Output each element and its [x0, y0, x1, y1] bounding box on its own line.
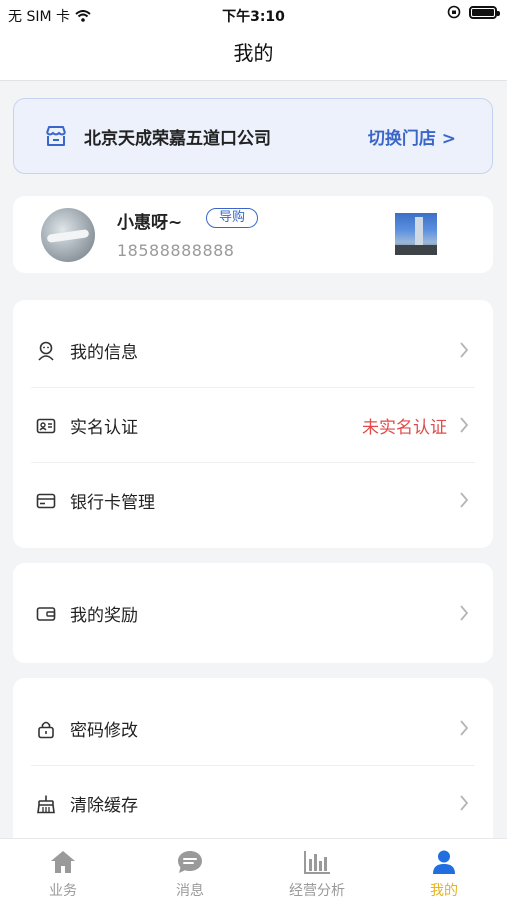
tab-label: 我的	[430, 883, 458, 899]
id-card-icon	[36, 418, 56, 434]
tab-business[interactable]: 业务	[0, 839, 126, 901]
status-right	[447, 5, 500, 19]
menu-label: 我的信息	[70, 343, 138, 363]
user-name: 小惠呀~	[117, 213, 183, 233]
store-card[interactable]: 北京天成荣嘉五道口公司 切换门店 >	[13, 98, 493, 174]
menu-item-clear-cache[interactable]: 清除缓存	[13, 766, 493, 841]
nav-bar: 我的	[0, 30, 507, 81]
person-icon	[433, 850, 455, 874]
orientation-lock-icon	[447, 5, 461, 19]
tab-label: 经营分析	[289, 883, 345, 899]
chevron-right-icon	[460, 720, 469, 736]
menu-item-my-info[interactable]: 我的信息	[13, 313, 493, 388]
auth-status-text: 未实名认证	[362, 418, 447, 438]
menu-label: 实名认证	[70, 418, 138, 438]
broom-icon	[37, 795, 55, 814]
lock-icon	[38, 721, 54, 739]
role-badge: 导购	[206, 208, 259, 228]
menu-group-rewards: 我的奖励	[13, 563, 493, 663]
tab-mine[interactable]: 我的	[381, 839, 507, 901]
battery-icon	[469, 5, 500, 19]
menu-label: 密码修改	[70, 721, 138, 741]
tab-label: 消息	[176, 883, 204, 899]
profile-card: 小惠呀~ 导购 18588888888	[13, 196, 493, 273]
chevron-right-icon	[460, 417, 469, 433]
message-icon	[178, 851, 202, 873]
menu-label: 清除缓存	[70, 796, 138, 816]
menu-label: 我的奖励	[70, 606, 138, 626]
user-icon	[38, 341, 54, 361]
bar-chart-icon	[304, 851, 330, 874]
tab-analytics[interactable]: 经营分析	[254, 839, 380, 901]
avatar[interactable]	[41, 208, 95, 262]
menu-item-real-name-auth[interactable]: 实名认证 未实名认证	[13, 388, 493, 463]
menu-group-account: 我的信息 实名认证 未实名认证 银行卡管理	[13, 300, 493, 548]
menu-item-bank-card[interactable]: 银行卡管理	[13, 463, 493, 538]
page-title: 我的	[233, 41, 274, 65]
switch-store-link[interactable]: 切换门店 >	[368, 124, 456, 149]
status-bar: 无 SIM 卡 下午3:10	[0, 0, 507, 30]
profile-thumbnail-image[interactable]	[395, 213, 437, 255]
menu-group-settings: 密码修改 清除缓存	[13, 678, 493, 848]
tab-label: 业务	[49, 883, 77, 899]
tab-bar: 业务 消息 经营分析 我的	[0, 838, 507, 901]
status-time: 下午3:10	[222, 9, 285, 25]
chevron-right-icon	[460, 492, 469, 508]
wallet-icon	[36, 607, 56, 621]
menu-label: 银行卡管理	[70, 493, 155, 513]
chevron-right-icon	[460, 795, 469, 811]
menu-item-my-rewards[interactable]: 我的奖励	[13, 576, 493, 651]
chevron-right-icon	[460, 342, 469, 358]
menu-item-change-password[interactable]: 密码修改	[13, 691, 493, 766]
chevron-right-icon	[460, 605, 469, 621]
store-name: 北京天成荣嘉五道口公司	[84, 129, 271, 149]
home-icon	[51, 851, 75, 873]
bank-card-icon	[36, 493, 56, 509]
store-icon	[46, 126, 66, 146]
user-phone: 18588888888	[117, 241, 235, 260]
tab-messages[interactable]: 消息	[127, 839, 253, 901]
